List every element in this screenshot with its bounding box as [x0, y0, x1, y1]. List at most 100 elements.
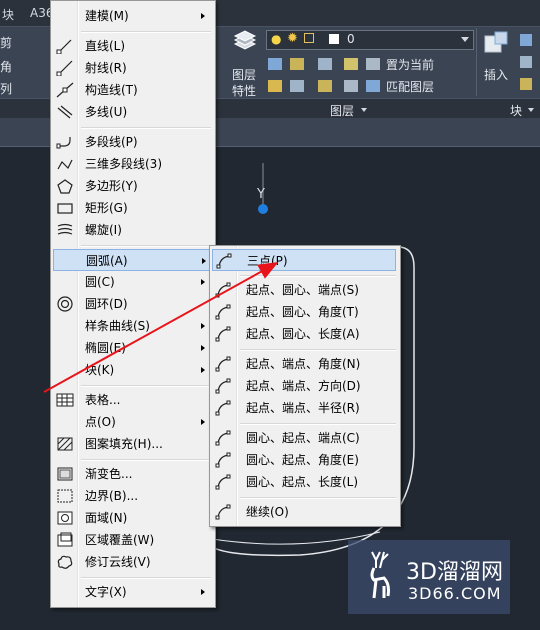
submenu-arrow-icon	[201, 13, 205, 19]
ribbon-left-label-3[interactable]: 列	[0, 80, 12, 97]
ray-icon	[56, 60, 73, 76]
draw-menu-item-3d-polyline[interactable]: 三维多段线(3)	[53, 153, 211, 175]
ribbon-tab-block[interactable]: 块	[2, 6, 14, 23]
chevron-down-icon	[528, 108, 534, 112]
insert-button[interactable]: 插入	[480, 28, 514, 96]
menu-separator	[240, 349, 396, 351]
arc-submenu: 三点(P) 起点、圆心、端点(S) 起点、圆心、角度(T) 起点、圆心、长度(A) 起点…	[209, 245, 401, 527]
arc-center-start-length-icon	[215, 474, 231, 490]
draw-menu-item-donut[interactable]: 圆环(D)	[53, 293, 211, 315]
arc-option-start-end-direction[interactable]: 起点、端点、方向(D)	[212, 375, 396, 397]
layer-tool-icon[interactable]	[268, 80, 282, 92]
draw-menu-item-block[interactable]: 块(K)	[53, 359, 211, 381]
layer-tool-icon[interactable]	[290, 58, 304, 70]
draw-menu-item-label: 直线(L)	[85, 39, 126, 53]
draw-menu-item-line[interactable]: 直线(L)	[53, 35, 211, 57]
submenu-arrow-icon	[202, 258, 206, 264]
block-tool-icon[interactable]	[520, 56, 532, 68]
draw-menu-item-label: 螺旋(I)	[85, 223, 122, 237]
draw-menu-item-ray[interactable]: 射线(R)	[53, 57, 211, 79]
table-icon	[56, 393, 74, 407]
block-tool-icon[interactable]	[520, 78, 532, 90]
layer-tool-icon[interactable]	[268, 58, 282, 70]
set-current-label[interactable]: 置为当前	[386, 56, 434, 73]
draw-menu-item-boundary[interactable]: 边界(B)...	[53, 485, 211, 507]
panel-layer-title[interactable]: 图层	[330, 102, 354, 119]
draw-menu-item-modeling[interactable]: 建模(M)	[53, 5, 211, 27]
arc-start-center-angle-icon	[215, 304, 231, 320]
arc-option-label: 圆心、起点、角度(E)	[246, 453, 359, 467]
panel-block-title[interactable]: 块	[510, 102, 522, 119]
submenu-arrow-icon	[201, 367, 205, 373]
hatch-icon	[57, 437, 73, 451]
arc-option-start-end-radius[interactable]: 起点、端点、半径(R)	[212, 397, 396, 419]
layer-tool-icon[interactable]	[318, 58, 332, 70]
draw-menu-item-polygon[interactable]: 多边形(Y)	[53, 175, 211, 197]
draw-menu-item-point[interactable]: 点(O)	[53, 411, 211, 433]
draw-menu-item-label: 面域(N)	[85, 511, 128, 525]
layer-tool-icon[interactable]	[290, 80, 304, 92]
layer-tool-icon[interactable]	[344, 58, 358, 70]
match-layer-icon[interactable]	[366, 80, 380, 92]
draw-menu-item-label: 多线(U)	[85, 105, 128, 119]
arc-option-start-center-angle[interactable]: 起点、圆心、角度(T)	[212, 301, 396, 323]
arc-start-center-end-icon	[215, 282, 231, 298]
arc-option-label: 继续(O)	[246, 505, 289, 519]
draw-menu-item-spline[interactable]: 样条曲线(S)	[53, 315, 211, 337]
layer-properties-button[interactable]: 图层 特性	[228, 28, 262, 98]
draw-menu-item-label: 圆弧(A)	[86, 254, 128, 268]
draw-menu-item-ellipse[interactable]: 椭圆(E)	[53, 337, 211, 359]
ribbon-left-label-2[interactable]: 角	[0, 58, 12, 75]
construction-line-icon	[56, 82, 74, 98]
draw-menu-item-text[interactable]: 文字(X)	[53, 581, 211, 603]
ucs-origin-grip	[258, 204, 268, 214]
layer-tool-icon[interactable]	[344, 80, 358, 92]
draw-menu-item-gradient[interactable]: 渐变色...	[53, 463, 211, 485]
match-layer-label[interactable]: 匹配图层	[386, 78, 434, 95]
draw-menu-item-wipeout[interactable]: 区域覆盖(W)	[53, 529, 211, 551]
draw-menu-item-label: 建模(M)	[85, 9, 129, 23]
menu-separator	[81, 459, 211, 461]
arc-option-start-center-length[interactable]: 起点、圆心、长度(A)	[212, 323, 396, 345]
set-current-icon[interactable]	[366, 58, 380, 70]
arc-option-start-center-end[interactable]: 起点、圆心、端点(S)	[212, 279, 396, 301]
arc-option-three-points[interactable]: 三点(P)	[212, 249, 396, 271]
color-swatch-icon	[329, 34, 339, 44]
arc-option-center-start-angle[interactable]: 圆心、起点、角度(E)	[212, 449, 396, 471]
layer-dropdown[interactable]: ● ✹ 0	[266, 30, 474, 50]
wipeout-icon	[57, 532, 73, 547]
draw-menu-item-hatch[interactable]: 图案填充(H)...	[53, 433, 211, 455]
draw-menu-item-region[interactable]: 面域(N)	[53, 507, 211, 529]
watermark-brand: 3D溜溜网	[406, 560, 503, 585]
ribbon-divider	[476, 28, 477, 96]
menu-separator	[81, 31, 211, 33]
arc-option-center-start-length[interactable]: 圆心、起点、长度(L)	[212, 471, 396, 493]
lock-icon	[304, 33, 314, 43]
arc-option-center-start-end[interactable]: 圆心、起点、端点(C)	[212, 427, 396, 449]
ribbon-left-label-1[interactable]: 剪	[0, 34, 12, 51]
draw-menu-item-multiline[interactable]: 多线(U)	[53, 101, 211, 123]
3d-polyline-icon	[57, 159, 73, 170]
block-tool-icon[interactable]	[520, 34, 532, 46]
draw-menu-item-label: 边界(B)...	[85, 489, 139, 503]
draw-menu-item-polyline[interactable]: 多段线(P)	[53, 131, 211, 153]
multiline-icon	[57, 105, 73, 119]
draw-menu-item-label: 表格...	[85, 393, 121, 407]
arc-option-label: 起点、端点、角度(N)	[246, 357, 361, 371]
draw-menu-item-arc[interactable]: 圆弧(A)	[53, 249, 211, 271]
arc-option-continue[interactable]: 继续(O)	[212, 501, 396, 523]
layer-tool-icon[interactable]	[318, 80, 332, 92]
submenu-arrow-icon	[201, 279, 205, 285]
draw-menu-item-revcloud[interactable]: 修订云线(V)	[53, 551, 211, 573]
draw-menu-item-construction-line[interactable]: 构造线(T)	[53, 79, 211, 101]
menu-separator	[240, 497, 396, 499]
draw-menu-item-rectangle[interactable]: 矩形(G)	[53, 197, 211, 219]
draw-menu-item-circle[interactable]: 圆(C)	[53, 271, 211, 293]
draw-menu-item-label: 多边形(Y)	[85, 179, 138, 193]
draw-menu-item-table[interactable]: 表格...	[53, 389, 211, 411]
draw-menu-item-helix[interactable]: 螺旋(I)	[53, 219, 211, 241]
submenu-arrow-icon	[201, 419, 205, 425]
draw-menu-item-label: 椭圆(E)	[85, 341, 126, 355]
draw-menu-item-label: 区域覆盖(W)	[85, 533, 155, 547]
arc-option-start-end-angle[interactable]: 起点、端点、角度(N)	[212, 353, 396, 375]
